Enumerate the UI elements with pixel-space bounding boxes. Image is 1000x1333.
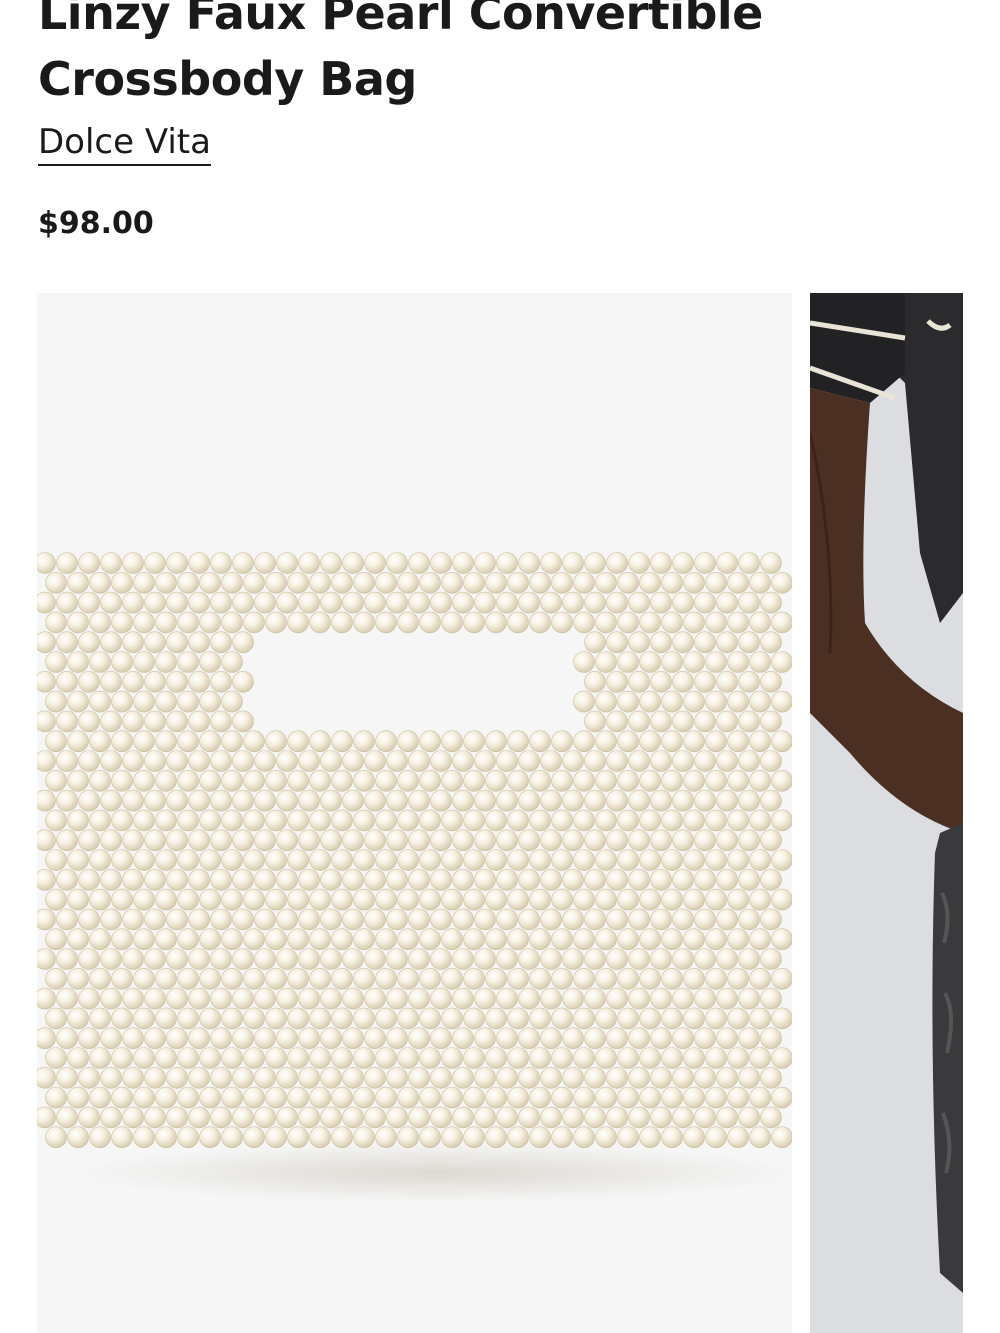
product-title: Linzy Faux Pearl Convertible Crossbody B…: [38, 0, 763, 106]
model-photo-illustration: [810, 293, 963, 1333]
brand-link[interactable]: Dolce Vita: [38, 122, 211, 166]
product-image-main[interactable]: [37, 293, 792, 1333]
pearl-bag-illustration: [37, 552, 792, 1203]
product-image-gallery[interactable]: [37, 293, 1000, 1333]
product-header: Linzy Faux Pearl Convertible Crossbody B…: [38, 0, 968, 241]
product-image-next[interactable]: [810, 293, 963, 1333]
product-price: $98.00: [38, 206, 154, 241]
pearl-beads: [37, 552, 792, 1149]
